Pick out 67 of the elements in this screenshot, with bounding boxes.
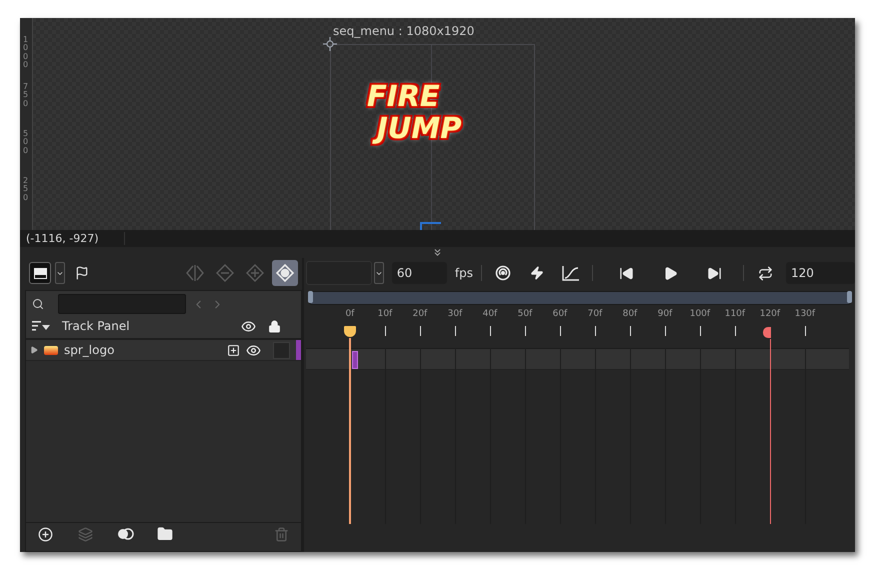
- frame-label: 20f: [412, 309, 428, 319]
- panel-title: Track Panel: [62, 319, 130, 333]
- frame-label: 30f: [448, 309, 462, 319]
- skip-back-icon: [618, 266, 634, 280]
- panel-icon: [34, 268, 46, 278]
- loop-icon: [758, 266, 772, 280]
- ruler-label: 500: [23, 130, 30, 156]
- frame-label: 100f: [690, 309, 710, 319]
- overlapping-circles-icon: [116, 527, 134, 541]
- range-end-handle[interactable]: [847, 291, 852, 303]
- expand-triangle-icon[interactable]: [30, 346, 38, 354]
- add-square-icon[interactable]: [226, 344, 240, 356]
- folder-icon: [157, 526, 173, 542]
- ruler-label: 250: [23, 177, 30, 202]
- frame-label: 50f: [518, 309, 532, 319]
- lightning-icon: [530, 266, 544, 280]
- add-circle-icon: [38, 526, 52, 542]
- frame-label: 40f: [482, 309, 498, 319]
- layers-icon: [78, 526, 92, 542]
- dropdown-button[interactable]: [55, 262, 65, 284]
- visibility-icon[interactable]: [240, 318, 256, 334]
- frame-label: 120f: [760, 309, 780, 319]
- frame-label: 130f: [794, 309, 816, 319]
- dropdown-button[interactable]: [374, 262, 384, 284]
- frame-label: 110f: [724, 309, 746, 319]
- visibility-icon[interactable]: [246, 342, 261, 358]
- origin-axes-icon: [419, 222, 443, 230]
- playhead-handle[interactable]: [344, 326, 356, 337]
- trash-icon: [274, 526, 290, 542]
- diamond-plus-icon: [244, 263, 265, 283]
- playhead-line[interactable]: [348, 338, 351, 524]
- color-swatch[interactable]: [272, 342, 290, 358]
- length-field[interactable]: 120: [786, 262, 855, 284]
- play-icon: [662, 266, 678, 280]
- game-logo: FIRE JUMP: [367, 80, 462, 144]
- room-label: seq_menu : 1080x1920: [333, 24, 474, 38]
- track-name: spr_logo: [64, 343, 114, 357]
- fps-field[interactable]: 60: [392, 262, 447, 284]
- collapse-chevron-icon[interactable]: [432, 247, 443, 258]
- frame-label: 10f: [378, 309, 392, 319]
- end-marker-line[interactable]: [770, 339, 771, 524]
- ruler-label: 1000: [23, 36, 30, 70]
- keyframe-tool-button[interactable]: [272, 260, 298, 286]
- frame-label: 80f: [622, 309, 638, 319]
- frame-label: 0f: [345, 309, 354, 319]
- curve-icon: [562, 265, 580, 281]
- range-start-handle[interactable]: [308, 291, 313, 303]
- frame-label: 90f: [658, 309, 672, 319]
- sort-menu-icon[interactable]: [32, 320, 50, 332]
- crosshair-icon: [323, 37, 337, 51]
- keyframe-split-icon: [184, 263, 205, 283]
- sprite-thumbnail: [44, 346, 58, 354]
- lock-icon[interactable]: [268, 320, 281, 332]
- track-row[interactable]: spr_logo: [26, 340, 301, 361]
- frame-label: 70f: [588, 309, 602, 319]
- end-marker[interactable]: [762, 327, 771, 338]
- broadcast-icon: [495, 265, 511, 281]
- ruler-label: 750: [23, 83, 30, 108]
- view-toggle-button[interactable]: [29, 262, 51, 284]
- skip-forward-icon: [706, 266, 722, 280]
- flag-icon: [75, 266, 89, 280]
- fps-unit: fps: [454, 266, 473, 280]
- search-icon: [32, 298, 44, 310]
- cursor-coordinates: (-1116, -927): [20, 232, 125, 245]
- frame-label: 60f: [552, 309, 568, 319]
- diamond-minus-icon: [214, 263, 235, 283]
- search-field[interactable]: [58, 294, 186, 314]
